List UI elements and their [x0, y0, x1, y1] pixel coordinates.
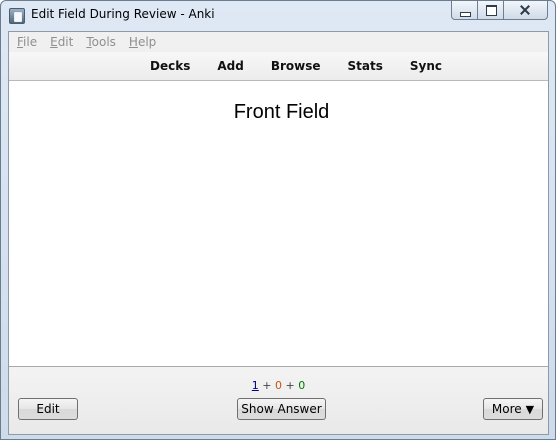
menu-tools[interactable]: Tools [86, 35, 116, 49]
menu-help-mnemonic: H [128, 35, 138, 49]
menu-edit[interactable]: Edit [50, 35, 73, 49]
toolbar-links: Decks Add Browse Stats Sync [150, 59, 469, 73]
menu-help-label: elp [137, 35, 157, 49]
review-count: 0 [298, 379, 306, 392]
toolbar-add-link[interactable]: Add [217, 59, 243, 73]
toolbar-stats-link[interactable]: Stats [348, 59, 383, 73]
review-bottom-bar: 1 + 0 + 0 Edit Show Answer More ▼ [9, 367, 548, 434]
window-title: Edit Field During Review - Anki [31, 7, 215, 21]
anki-window: Edit Field During Review - Anki File Edi… [0, 0, 556, 440]
menu-edit-label: dit [57, 35, 74, 49]
main-area: File Edit Tools Help Decks Add Browse St… [8, 31, 549, 435]
window-controls [451, 1, 548, 21]
menu-bar: File Edit Tools Help [9, 32, 548, 52]
count-separator: + [285, 379, 295, 392]
close-icon[interactable] [504, 1, 548, 20]
triangle-down-icon: ▼ [525, 402, 535, 416]
card-front-text: Front Field [233, 101, 330, 123]
due-counts: 1 + 0 + 0 [9, 379, 548, 392]
more-button[interactable]: More ▼ [483, 398, 543, 420]
top-toolbar: Decks Add Browse Stats Sync [9, 52, 548, 81]
toolbar-browse-link[interactable]: Browse [271, 59, 321, 73]
minimize-icon[interactable] [451, 1, 478, 20]
title-bar[interactable]: Edit Field During Review - Anki [1, 1, 555, 31]
toolbar-sync-link[interactable]: Sync [410, 59, 442, 73]
new-count: 1 [251, 379, 259, 392]
count-separator: + [262, 379, 272, 392]
menu-tools-label: ools [91, 35, 116, 49]
menu-help[interactable]: Help [129, 35, 156, 49]
maximize-icon[interactable] [478, 1, 504, 20]
menu-file[interactable]: File [17, 35, 37, 49]
edit-button[interactable]: Edit [18, 398, 78, 420]
card-display: Front Field [9, 81, 548, 367]
anki-app-icon[interactable] [9, 8, 25, 24]
menu-edit-mnemonic: E [50, 35, 58, 49]
toolbar-decks-link[interactable]: Decks [150, 59, 190, 73]
show-answer-button[interactable]: Show Answer [237, 398, 326, 420]
learning-count: 0 [275, 379, 282, 392]
more-button-label: More [491, 402, 522, 416]
menu-file-label: ile [23, 35, 38, 49]
